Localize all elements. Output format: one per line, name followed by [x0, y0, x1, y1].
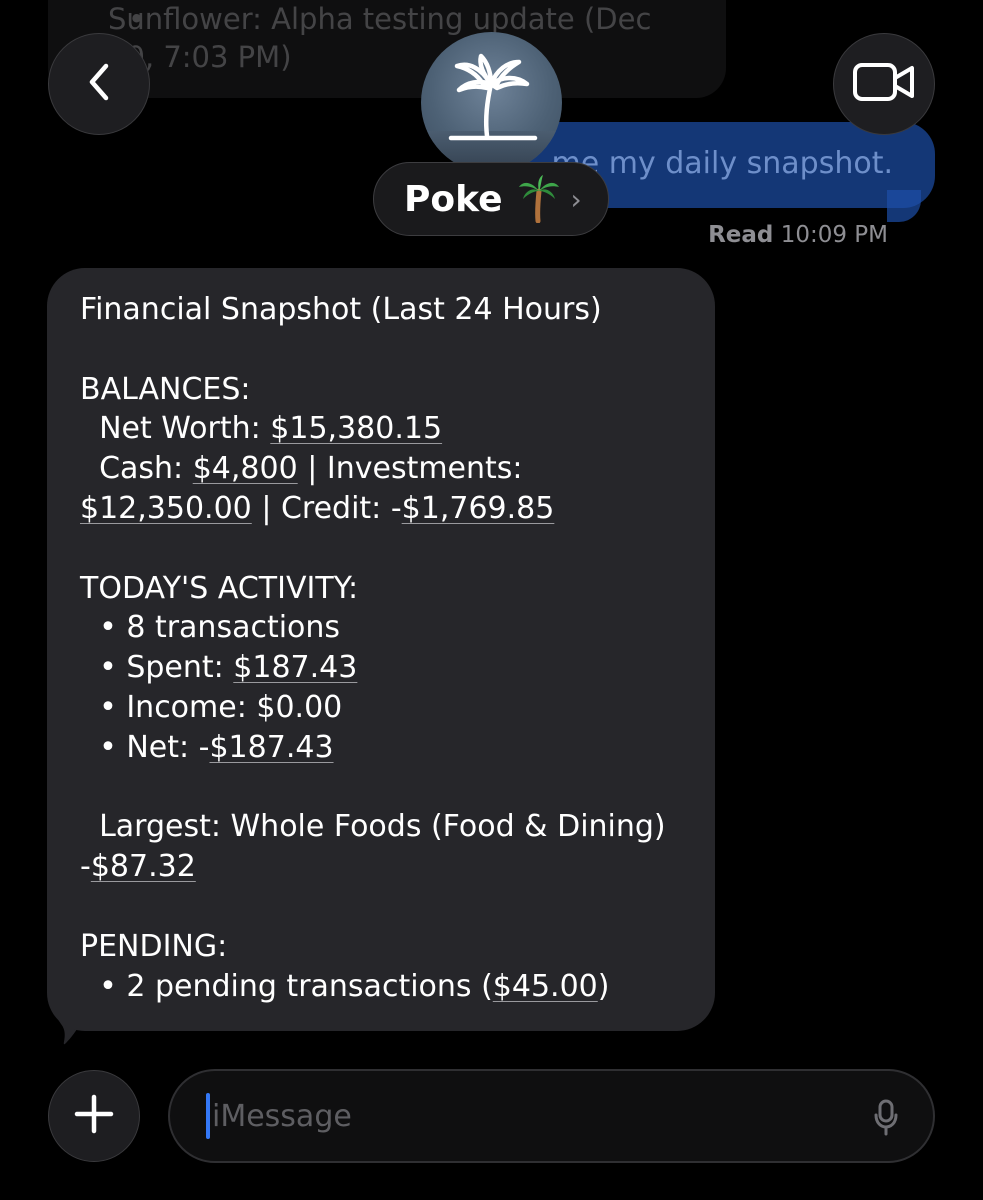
outgoing-bubble-tail: [887, 190, 921, 222]
text-cursor: [206, 1093, 210, 1139]
imessage-placeholder: iMessage: [212, 1098, 352, 1134]
chevron-left-icon: [84, 62, 114, 106]
list-item: • Spent: $187.43: [99, 650, 358, 686]
largest-amount-line: -$87.32: [80, 849, 196, 885]
message-title: Financial Snapshot (Last 24 Hours): [80, 292, 602, 327]
contact-name-pill[interactable]: Poke ›: [373, 162, 609, 236]
read-time: 10:09 PM: [780, 222, 888, 248]
net-amount-link[interactable]: $187.43: [209, 730, 333, 765]
net-worth-amount-link[interactable]: $15,380.15: [270, 411, 442, 446]
contact-name: Poke: [404, 178, 503, 220]
activity-header: TODAY'S ACTIVITY:: [80, 570, 359, 606]
credit-amount-link[interactable]: $1,769.85: [402, 491, 555, 526]
video-camera-icon: [852, 61, 916, 107]
palm-tree-emoji-icon: [517, 175, 561, 224]
list-item: • Net: -$187.43: [99, 729, 334, 765]
net-worth-line: Net Worth: $15,380.15: [99, 411, 443, 447]
pending-header: PENDING:: [80, 928, 228, 964]
back-button[interactable]: [48, 33, 150, 135]
bullet: •: [128, 2, 146, 36]
list-item: • Income: $0.00: [99, 689, 343, 725]
previous-message-text: Sunflower: Alpha testing update (Dec 30,…: [108, 2, 652, 74]
video-call-button[interactable]: [833, 33, 935, 135]
chevron-right-icon: ›: [570, 182, 582, 216]
incoming-message-bubble[interactable]: Financial Snapshot (Last 24 Hours) BALAN…: [47, 268, 715, 1031]
contact-avatar[interactable]: [421, 32, 562, 173]
pending-amount-link[interactable]: $45.00: [493, 969, 598, 1004]
investments-amount-link[interactable]: $12,350.00: [80, 491, 252, 526]
investments-credit-line: $12,350.00 | Credit: -$1,769.85: [80, 490, 555, 526]
spent-amount-link[interactable]: $187.43: [233, 650, 357, 685]
read-label: Read: [708, 222, 774, 248]
palm-tree-icon: [448, 53, 538, 141]
plus-icon: [74, 1094, 114, 1138]
cash-amount-link[interactable]: $4,800: [193, 451, 298, 486]
microphone-icon[interactable]: [873, 1099, 899, 1141]
largest-line: Largest: Whole Foods (Food & Dining): [99, 809, 666, 845]
read-receipt: Read 10:09 PM: [708, 222, 888, 248]
list-item: • 2 pending transactions ($45.00): [99, 968, 610, 1004]
list-item: • 8 transactions: [99, 610, 341, 646]
largest-amount-link[interactable]: $87.32: [91, 849, 196, 884]
cash-investments-line: Cash: $4,800 | Investments:: [99, 451, 523, 487]
add-attachment-button[interactable]: [48, 1070, 140, 1162]
imessage-input[interactable]: iMessage: [168, 1069, 935, 1163]
balances-header: BALANCES:: [80, 371, 251, 407]
